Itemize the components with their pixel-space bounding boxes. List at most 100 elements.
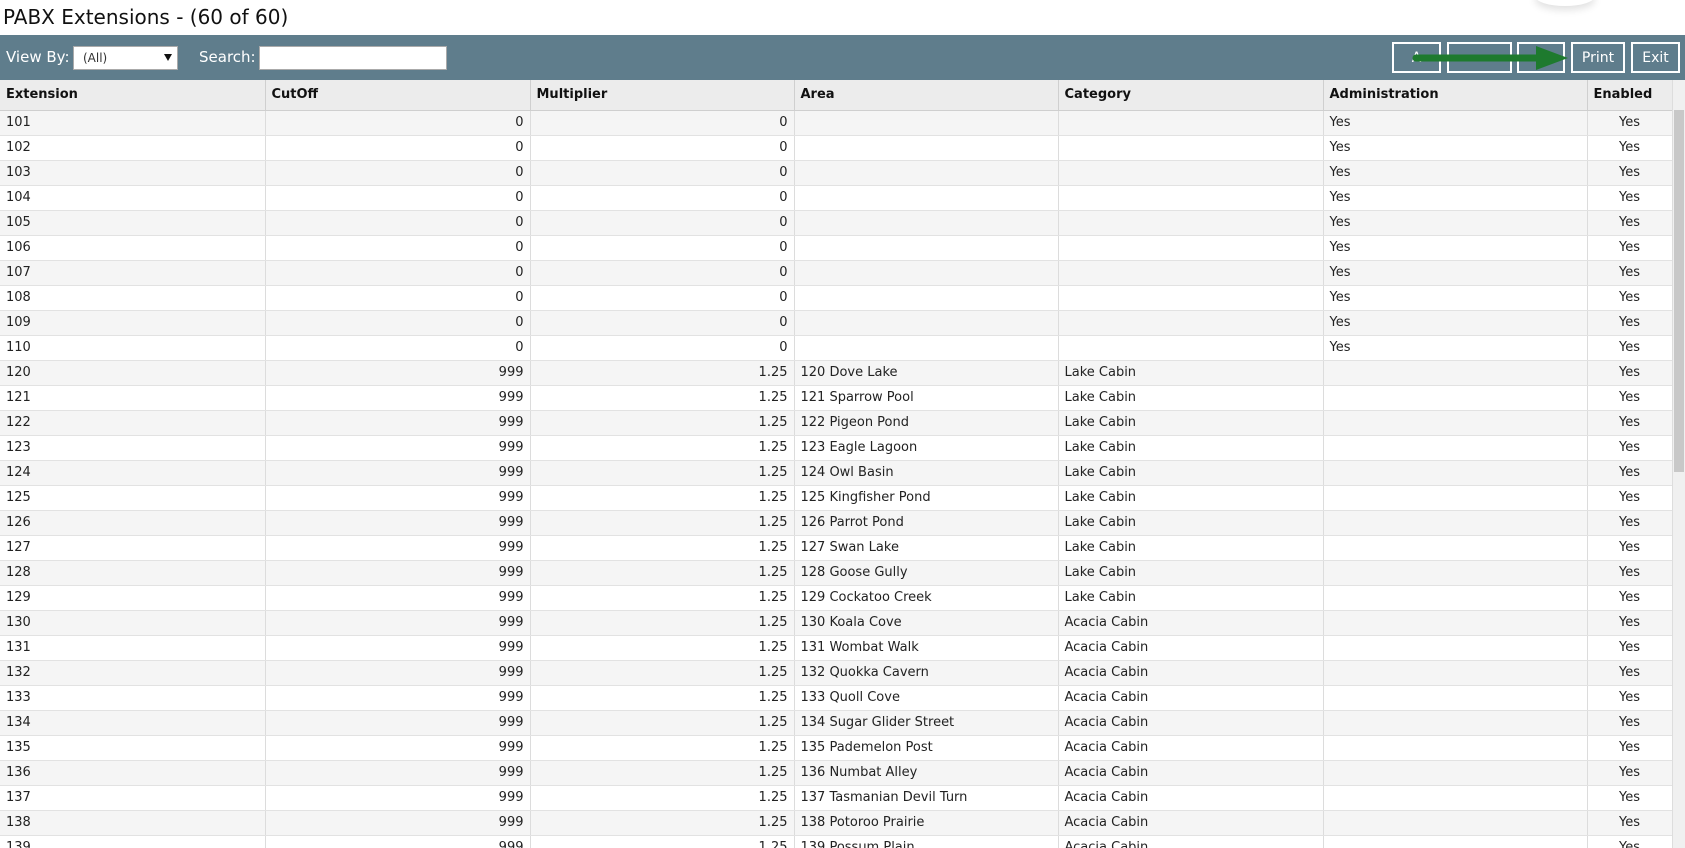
cell-administration: Yes <box>1323 135 1588 161</box>
table-row[interactable]: 129 999 1.25 129 Cockatoo Creek Lake Cabin Ye… <box>0 585 1672 611</box>
cell-area <box>794 210 1059 236</box>
table-row[interactable]: 110 0 0 Yes Yes <box>0 335 1672 361</box>
table-row[interactable]: 127 999 1.25 127 Swan Lake Lake Cabin Yes <box>0 535 1672 561</box>
table-row[interactable]: 103 0 0 Yes Yes <box>0 160 1672 186</box>
cell-administration <box>1323 435 1588 461</box>
table-row[interactable]: 105 0 0 Yes Yes <box>0 210 1672 236</box>
table-row[interactable]: 109 0 0 Yes Yes <box>0 310 1672 336</box>
column-header-category[interactable]: Category <box>1058 80 1324 111</box>
cell-cutoff: 999 <box>265 385 531 411</box>
cell-enabled: Yes <box>1587 110 1672 136</box>
cell-extension: 136 <box>0 760 266 786</box>
table-row[interactable]: 104 0 0 Yes Yes <box>0 185 1672 211</box>
exit-button[interactable]: Exit <box>1631 42 1680 73</box>
cell-extension: 139 <box>0 835 266 848</box>
table-row[interactable]: 123 999 1.25 123 Eagle Lagoon Lake Cabin Yes <box>0 435 1672 461</box>
cell-area: 128 Goose Gully <box>794 560 1059 586</box>
cell-multiplier: 1.25 <box>530 585 795 611</box>
view-by-label: View By: <box>6 48 70 66</box>
cell-category <box>1058 260 1324 286</box>
column-header-extension[interactable]: Extension <box>0 80 266 111</box>
cell-category: Acacia Cabin <box>1058 710 1324 736</box>
cell-multiplier: 0 <box>530 285 795 311</box>
cell-enabled: Yes <box>1587 260 1672 286</box>
cell-category <box>1058 285 1324 311</box>
scrollbar-thumb[interactable] <box>1674 110 1684 472</box>
cell-administration <box>1323 585 1588 611</box>
cell-multiplier: 1.25 <box>530 385 795 411</box>
vertical-scrollbar[interactable] <box>1672 80 1685 848</box>
cell-area <box>794 335 1059 361</box>
cell-category <box>1058 185 1324 211</box>
table-row[interactable]: 106 0 0 Yes Yes <box>0 235 1672 261</box>
column-header-administration[interactable]: Administration <box>1323 80 1588 111</box>
cell-enabled: Yes <box>1587 760 1672 786</box>
table-row[interactable]: 135 999 1.25 135 Pademelon Post Acacia Cabin… <box>0 735 1672 761</box>
table-row[interactable]: 136 999 1.25 136 Numbat Alley Acacia Cabin Ye… <box>0 760 1672 786</box>
cell-extension: 133 <box>0 685 266 711</box>
cell-extension: 134 <box>0 710 266 736</box>
table-row[interactable]: 124 999 1.25 124 Owl Basin Lake Cabin Yes <box>0 460 1672 486</box>
cell-cutoff: 0 <box>265 260 531 286</box>
table-row[interactable]: 125 999 1.25 125 Kingfisher Pond Lake Cabin Y… <box>0 485 1672 511</box>
cell-enabled: Yes <box>1587 710 1672 736</box>
table-row[interactable]: 126 999 1.25 126 Parrot Pond Lake Cabin Yes <box>0 510 1672 536</box>
cell-multiplier: 0 <box>530 110 795 136</box>
cell-extension: 138 <box>0 810 266 836</box>
cell-category: Lake Cabin <box>1058 410 1324 436</box>
table-row[interactable]: 108 0 0 Yes Yes <box>0 285 1672 311</box>
cell-category <box>1058 135 1324 161</box>
table-row[interactable]: 107 0 0 Yes Yes <box>0 260 1672 286</box>
column-header-multiplier[interactable]: Multiplier <box>530 80 795 111</box>
cell-category <box>1058 160 1324 186</box>
toolbar-button-3[interactable] <box>1517 42 1565 73</box>
add-button[interactable]: A <box>1392 42 1441 73</box>
table-row[interactable]: 102 0 0 Yes Yes <box>0 135 1672 161</box>
cell-extension: 101 <box>0 110 266 136</box>
cell-multiplier: 1.25 <box>530 560 795 586</box>
table-row[interactable]: 101 0 0 Yes Yes <box>0 110 1672 136</box>
cell-extension: 122 <box>0 410 266 436</box>
table-row[interactable]: 120 999 1.25 120 Dove Lake Lake Cabin Yes <box>0 360 1672 386</box>
cell-multiplier: 1.25 <box>530 535 795 561</box>
cell-extension: 103 <box>0 160 266 186</box>
column-header-area[interactable]: Area <box>794 80 1059 111</box>
cell-area <box>794 260 1059 286</box>
table-row[interactable]: 139 999 1.25 139 Possum Plain Acacia Cabin Ye… <box>0 835 1672 848</box>
table-row[interactable]: 137 999 1.25 137 Tasmanian Devil Turn Acacia… <box>0 785 1672 811</box>
table-row[interactable]: 132 999 1.25 132 Quokka Cavern Acacia Cabin Y… <box>0 660 1672 686</box>
cell-cutoff: 999 <box>265 785 531 811</box>
view-by-select[interactable]: (All) <box>73 46 178 70</box>
print-button[interactable]: Print <box>1571 42 1625 73</box>
column-header-enabled[interactable]: Enabled <box>1587 80 1672 111</box>
table-row[interactable]: 138 999 1.25 138 Potoroo Prairie Acacia Cabi… <box>0 810 1672 836</box>
cell-area <box>794 310 1059 336</box>
cell-multiplier: 0 <box>530 185 795 211</box>
cell-extension: 107 <box>0 260 266 286</box>
cell-administration <box>1323 735 1588 761</box>
title-bar: PABX Extensions - (60 of 60) <box>0 0 1685 35</box>
cell-extension: 121 <box>0 385 266 411</box>
cell-administration <box>1323 710 1588 736</box>
extensions-table: Extension CutOff Multiplier Area Category Adm… <box>0 80 1672 848</box>
cell-administration: Yes <box>1323 235 1588 261</box>
column-header-cutoff[interactable]: CutOff <box>265 80 531 111</box>
table-row[interactable]: 121 999 1.25 121 Sparrow Pool Lake Cabin Yes <box>0 385 1672 411</box>
cell-enabled: Yes <box>1587 385 1672 411</box>
table-row[interactable]: 131 999 1.25 131 Wombat Walk Acacia Cabin Yes <box>0 635 1672 661</box>
cell-category: Lake Cabin <box>1058 585 1324 611</box>
table-row[interactable]: 133 999 1.25 133 Quoll Cove Acacia Cabin Yes <box>0 685 1672 711</box>
table-row[interactable]: 128 999 1.25 128 Goose Gully Lake Cabin Yes <box>0 560 1672 586</box>
cell-cutoff: 999 <box>265 735 531 761</box>
toolbar-button-2[interactable] <box>1447 42 1512 73</box>
cell-cutoff: 999 <box>265 360 531 386</box>
cell-extension: 106 <box>0 235 266 261</box>
cell-area <box>794 285 1059 311</box>
cell-enabled: Yes <box>1587 735 1672 761</box>
table-row[interactable]: 134 999 1.25 134 Sugar Glider Street Acacia … <box>0 710 1672 736</box>
table-row[interactable]: 130 999 1.25 130 Koala Cove Acacia Cabin Yes <box>0 610 1672 636</box>
search-input[interactable] <box>259 46 447 70</box>
caret-down-icon <box>164 54 172 61</box>
table-row[interactable]: 122 999 1.25 122 Pigeon Pond Lake Cabin Yes <box>0 410 1672 436</box>
cell-area <box>794 160 1059 186</box>
